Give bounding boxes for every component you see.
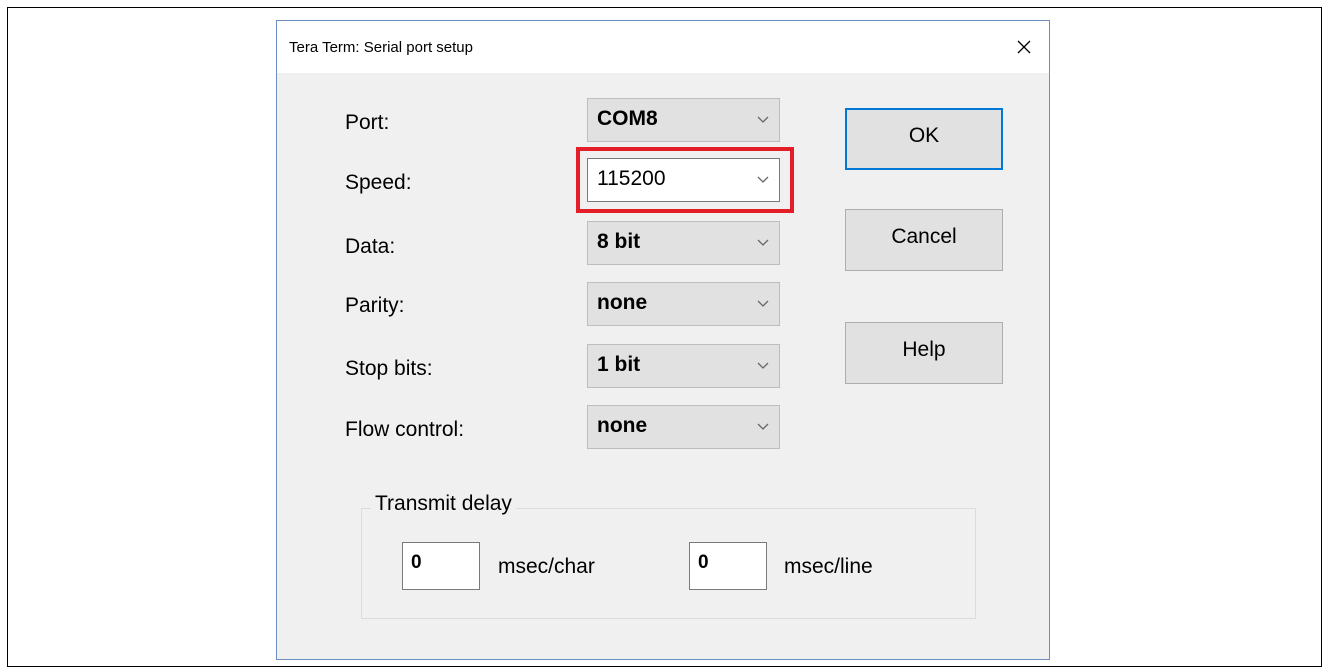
stop-bits-label: Stop bits:: [345, 357, 433, 380]
chevron-down-icon: [757, 300, 769, 307]
parity-label: Parity:: [345, 294, 405, 317]
dialog-title: Tera Term: Serial port setup: [289, 39, 473, 56]
flow-control-select[interactable]: none: [587, 405, 780, 449]
title-bar: Tera Term: Serial port setup: [277, 21, 1049, 73]
msec-per-line-unit: msec/line: [784, 555, 873, 578]
speed-label: Speed:: [345, 171, 412, 194]
chevron-down-icon: [757, 116, 769, 123]
msec-per-line-input[interactable]: 0: [689, 542, 767, 590]
flow-control-value: none: [597, 414, 648, 437]
cancel-button[interactable]: Cancel: [845, 209, 1003, 271]
port-value: COM8: [597, 107, 658, 130]
chevron-down-icon: [757, 423, 769, 430]
stop-bits-value: 1 bit: [597, 353, 641, 376]
help-button[interactable]: Help: [845, 322, 1003, 384]
parity-select[interactable]: none: [587, 282, 780, 326]
close-icon: [1017, 40, 1031, 54]
parity-value: none: [597, 291, 648, 314]
msec-per-char-input[interactable]: 0: [402, 542, 480, 590]
data-select[interactable]: 8 bit: [587, 221, 780, 265]
port-select[interactable]: COM8: [587, 98, 780, 142]
speed-highlight-box: [576, 147, 794, 213]
msec-per-char-value: 0: [411, 552, 422, 573]
msec-per-line-value: 0: [698, 552, 709, 573]
transmit-delay-label: Transmit delay: [371, 492, 516, 516]
port-label: Port:: [345, 111, 390, 134]
close-button[interactable]: [999, 21, 1049, 73]
stop-bits-select[interactable]: 1 bit: [587, 344, 780, 388]
data-value: 8 bit: [597, 230, 641, 253]
msec-per-char-unit: msec/char: [498, 555, 595, 578]
chevron-down-icon: [757, 362, 769, 369]
help-label: Help: [902, 338, 946, 361]
cancel-label: Cancel: [891, 225, 957, 248]
ok-label: OK: [908, 124, 940, 147]
chevron-down-icon: [757, 239, 769, 246]
data-label: Data:: [345, 235, 396, 258]
flow-control-label: Flow control:: [345, 418, 465, 441]
ok-button[interactable]: OK: [845, 108, 1003, 170]
